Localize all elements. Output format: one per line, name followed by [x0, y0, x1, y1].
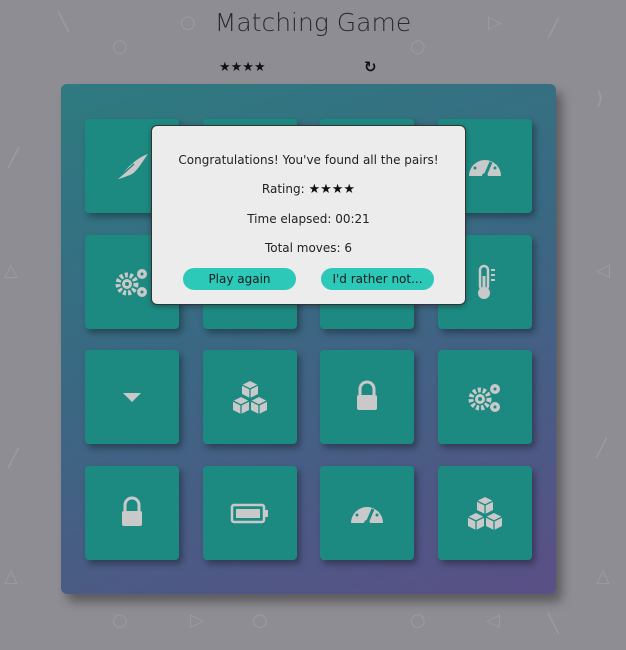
decline-button[interactable]: I'd rather not...	[321, 268, 434, 290]
caret-down-icon	[123, 393, 141, 402]
background-shape: △	[596, 566, 610, 587]
background-shape: ◁	[596, 260, 610, 281]
card[interactable]	[85, 350, 179, 444]
background-shape: ○	[410, 610, 426, 631]
restart-icon[interactable]: ↻	[364, 58, 377, 76]
gears-icon	[115, 269, 147, 297]
background-shape: ○	[112, 36, 128, 57]
background-shape: ╲	[548, 614, 559, 635]
modal-moves: Total moves: 6	[264, 241, 353, 255]
cubes-icon	[232, 381, 268, 414]
modal-rating: Rating: ★★★★	[152, 182, 465, 197]
rating-label: Rating:	[261, 182, 305, 196]
background-shape: ╱	[8, 448, 19, 469]
background-shape: ○	[410, 36, 426, 57]
feather-icon	[115, 154, 148, 181]
background-shape: ◁	[486, 610, 500, 631]
card[interactable]	[320, 466, 414, 560]
battery-icon	[230, 503, 268, 524]
gauge-icon	[351, 502, 383, 526]
card[interactable]	[203, 350, 297, 444]
gauge-icon	[469, 155, 501, 179]
background-shape: △	[4, 260, 18, 281]
card[interactable]	[320, 350, 414, 444]
background-shape: ▷	[190, 610, 204, 631]
card[interactable]	[203, 466, 297, 560]
lock-icon	[357, 380, 377, 410]
background-shape: ╱	[8, 148, 19, 169]
modal-time: Time elapsed: 00:21	[247, 212, 370, 226]
background-shape: ○	[112, 610, 128, 631]
card[interactable]	[438, 350, 532, 444]
background-shape: ○	[252, 610, 268, 631]
thermometer-icon	[478, 264, 495, 299]
lock-icon	[122, 496, 142, 526]
background-shape: )	[596, 88, 604, 109]
play-again-button[interactable]: Play again	[183, 268, 296, 290]
congratulations-modal: Congratulations! You've found all the pa…	[151, 125, 466, 305]
rating-stars: ★★★★	[308, 182, 356, 197]
card[interactable]	[438, 466, 532, 560]
star-rating: ★★★★	[219, 60, 266, 75]
cubes-icon	[467, 497, 503, 530]
card[interactable]	[85, 466, 179, 560]
game-title: Matching Game	[214, 8, 412, 37]
gears-icon	[468, 384, 500, 412]
modal-message: Congratulations! You've found all the pa…	[178, 153, 439, 167]
background-shape: ╱	[596, 438, 607, 459]
background-shape: △	[4, 566, 18, 587]
